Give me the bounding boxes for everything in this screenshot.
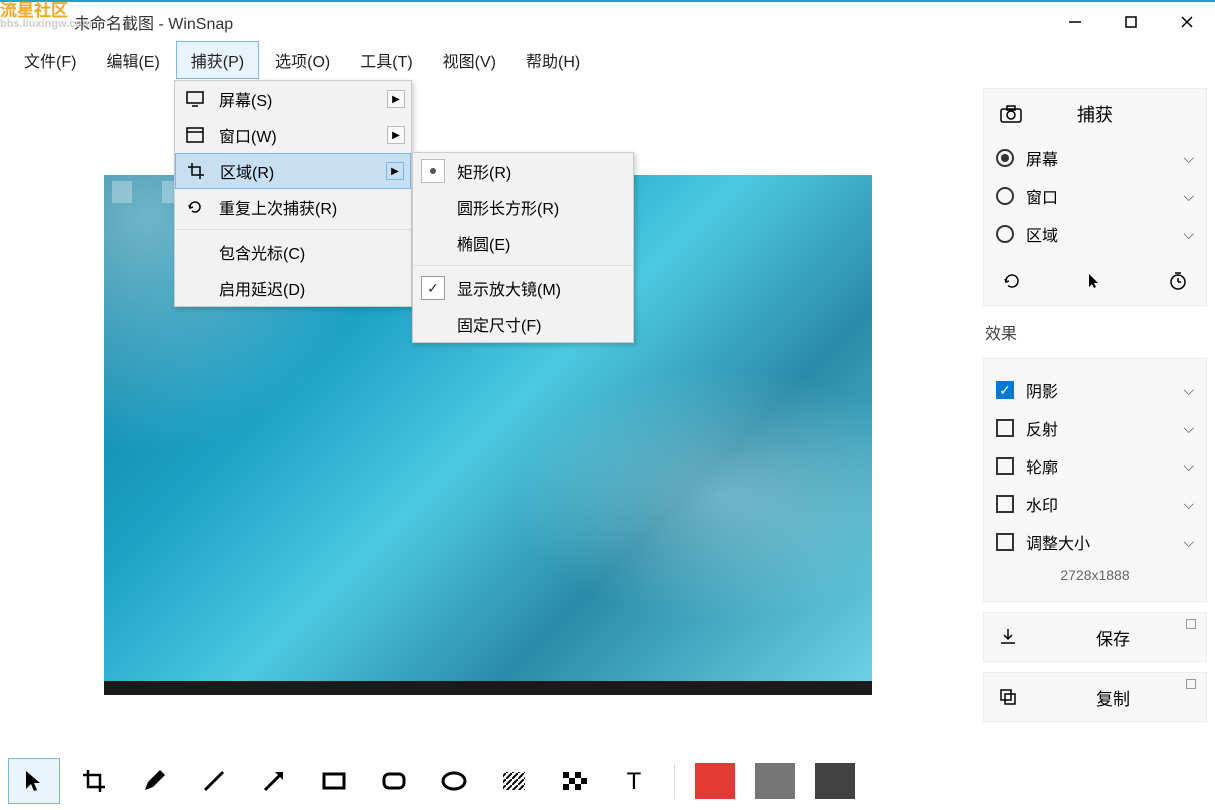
color-swatch-2[interactable] [749,758,801,804]
capture-panel-title[interactable]: 捕获 [996,101,1194,127]
bullet-icon [421,159,445,183]
submenu-item[interactable]: ✓显示放大镜(M) [413,270,633,306]
window-controls [1047,2,1215,42]
redo-capture-icon[interactable] [1000,269,1024,293]
tool-line[interactable] [188,758,240,804]
menu-item[interactable]: 包含光标(C) [175,234,411,270]
submenu-item[interactable]: 圆形长方形(R) [413,189,633,225]
capture-option-屏幕[interactable]: 屏幕⌵ [996,139,1194,177]
undo-icon [183,198,207,216]
sidebar: 捕获 屏幕⌵窗口⌵区域⌵ 效果 ✓阴影⌵反射⌵轮廓⌵水印⌵调整大小⌵ 2728x… [983,88,1207,722]
effect-option-阴影[interactable]: ✓阴影⌵ [996,371,1194,409]
radio-icon [996,225,1014,243]
menu-2[interactable]: 捕获(P) [176,41,259,79]
radio-icon [996,187,1014,205]
camera-icon [1000,105,1022,123]
checkbox-icon [996,457,1014,475]
copy-button[interactable]: 复制 [983,672,1207,722]
effects-label: 效果 [983,316,1207,348]
tool-arrow[interactable] [248,758,300,804]
chevron-down-icon[interactable]: ⌵ [1183,226,1194,243]
effect-option-轮廓[interactable]: 轮廓⌵ [996,447,1194,485]
tool-pointer[interactable] [8,758,60,804]
effect-option-调整大小[interactable]: 调整大小⌵ [996,523,1194,561]
delay-icon[interactable] [1166,269,1190,293]
dimensions-label: 2728x1888 [996,561,1194,589]
submenu-item[interactable]: 矩形(R) [413,153,633,189]
menu-item-window[interactable]: 窗口(W)▶ [175,117,411,153]
tool-rectangle[interactable] [308,758,360,804]
chevron-down-icon[interactable]: ⌵ [1183,496,1194,513]
capture-tools [996,261,1194,293]
capture-menu-dropdown: 屏幕(S)▶窗口(W)▶区域(R)▶重复上次捕获(R) 包含光标(C)启用延迟(D… [174,80,412,307]
window-title: 未命名截图 - WinSnap [74,10,233,34]
minimize-button[interactable] [1047,2,1103,42]
effect-option-反射[interactable]: 反射⌵ [996,409,1194,447]
effect-option-水印[interactable]: 水印⌵ [996,485,1194,523]
chevron-down-icon[interactable]: ⌵ [1183,150,1194,167]
save-options-toggle[interactable] [1186,619,1196,629]
checkbox-icon [996,419,1014,437]
submenu-arrow-icon: ▶ [387,90,405,108]
window-icon [183,127,207,143]
chevron-down-icon[interactable]: ⌵ [1183,420,1194,437]
save-icon [998,627,1018,647]
svg-text:T: T [627,768,642,795]
copy-icon [998,687,1018,707]
maximize-button[interactable] [1103,2,1159,42]
menu-3[interactable]: 选项(O) [261,42,344,78]
submenu-item[interactable]: 固定尺寸(F) [413,306,633,342]
copy-options-toggle[interactable] [1186,679,1196,689]
menu-item[interactable]: 启用延迟(D) [175,270,411,306]
tool-ellipse[interactable] [428,758,480,804]
menu-6[interactable]: 帮助(H) [512,42,594,78]
toolbar-separator [674,763,675,799]
submenu-arrow-icon: ▶ [386,162,404,180]
tool-blur[interactable] [488,758,540,804]
menubar: 文件(F)编辑(E)捕获(P)选项(O)工具(T)视图(V)帮助(H) [0,42,1215,78]
titlebar: 流星社区 bbs.liuxingw.com 未命名截图 - WinSnap [0,0,1215,42]
checkbox-icon [996,495,1014,513]
menu-4[interactable]: 工具(T) [346,42,426,78]
menu-5[interactable]: 视图(V) [429,42,510,78]
close-button[interactable] [1159,2,1215,42]
chevron-down-icon[interactable]: ⌵ [1183,458,1194,475]
chevron-down-icon[interactable]: ⌵ [1183,534,1194,551]
chevron-down-icon[interactable]: ⌵ [1183,382,1194,399]
checkbox-icon: ✓ [996,381,1014,399]
region-submenu-dropdown: 矩形(R)圆形长方形(R)椭圆(E) ✓显示放大镜(M)固定尺寸(F) [412,152,634,343]
color-swatch-3[interactable] [809,758,861,804]
menu-0[interactable]: 文件(F) [10,42,90,78]
tool-crop[interactable] [68,758,120,804]
tool-rounded-rectangle[interactable] [368,758,420,804]
menu-1[interactable]: 编辑(E) [92,42,173,78]
crop-icon [184,162,208,180]
menu-item-monitor[interactable]: 屏幕(S)▶ [175,81,411,117]
effects-panel: ✓阴影⌵反射⌵轮廓⌵水印⌵调整大小⌵ 2728x1888 [983,358,1207,602]
submenu-item[interactable]: 椭圆(E) [413,225,633,261]
submenu-arrow-icon: ▶ [387,126,405,144]
capture-option-区域[interactable]: 区域⌵ [996,215,1194,253]
checkbox-icon [996,533,1014,551]
tool-pixelate[interactable] [548,758,600,804]
menu-item-undo[interactable]: 重复上次捕获(R) [175,189,411,225]
menu-item-crop[interactable]: 区域(R)▶ [175,153,411,189]
save-button[interactable]: 保存 [983,612,1207,662]
monitor-icon [183,91,207,107]
capture-option-窗口[interactable]: 窗口⌵ [996,177,1194,215]
tool-text[interactable]: T [608,758,660,804]
bottom-toolbar: T [0,752,975,810]
watermark: 流星社区 bbs.liuxingw.com [0,2,92,30]
tool-pen[interactable] [128,758,180,804]
cursor-icon[interactable] [1083,269,1107,293]
color-swatch-1[interactable] [689,758,741,804]
capture-panel: 捕获 屏幕⌵窗口⌵区域⌵ [983,88,1207,306]
check-icon: ✓ [421,276,445,300]
radio-icon [996,149,1014,167]
chevron-down-icon[interactable]: ⌵ [1183,188,1194,205]
watermark-sub: bbs.liuxingw.com [0,19,92,30]
